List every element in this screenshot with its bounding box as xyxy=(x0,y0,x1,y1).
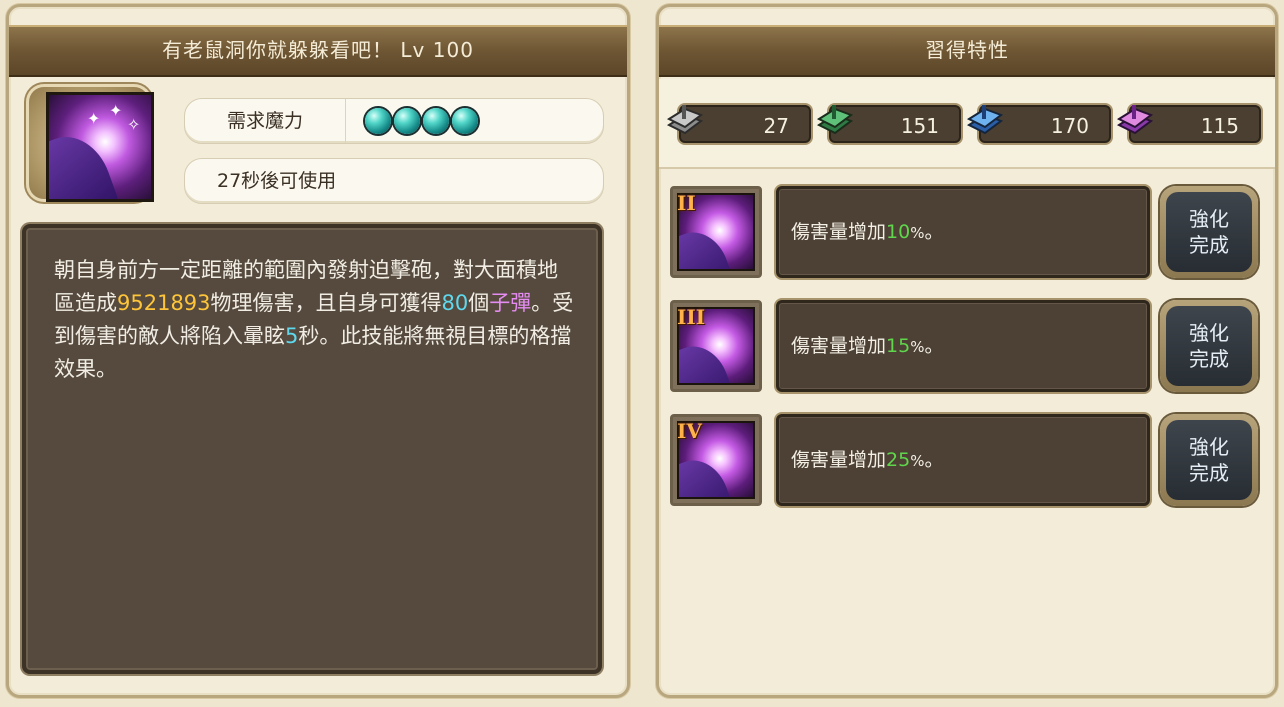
skill-title: 有老鼠洞你就躲躲看吧！ Lv 100 xyxy=(9,25,627,77)
cooldown-row: 27秒後可使用 xyxy=(184,158,604,204)
percent-sign: % xyxy=(910,224,925,242)
tier-label: II xyxy=(677,191,696,215)
cooldown-text: 27秒後可使用 xyxy=(217,170,337,192)
trait-end: 。 xyxy=(924,335,944,357)
percent-sign: % xyxy=(910,452,925,470)
percent-sign: % xyxy=(910,338,925,356)
button-line: 完成 xyxy=(1189,461,1229,485)
resource-purple: 115 xyxy=(1116,105,1261,143)
trait-row: IV 傷害量增加25%。 強化 完成 xyxy=(670,414,1266,514)
trait-row: II 傷害量增加10%。 強化 完成 xyxy=(670,186,1266,286)
tier-label: IV xyxy=(677,419,702,443)
trait-description: 傷害量增加10%。 xyxy=(776,186,1150,278)
traits-title: 習得特性 xyxy=(659,25,1275,77)
bullet-count: 80 xyxy=(441,291,469,315)
resource-count: 170 xyxy=(1050,114,1089,138)
mana-label: 需求魔力 xyxy=(185,99,346,143)
trait-end: 。 xyxy=(924,221,944,243)
button-line: 強化 xyxy=(1189,435,1229,459)
resource-count: 115 xyxy=(1200,114,1239,138)
desc-text: 個 xyxy=(468,291,490,315)
trait-skill-icon: IV xyxy=(670,414,762,506)
trait-text: 傷害量增加 xyxy=(791,449,887,471)
trait-text: 傷害量增加 xyxy=(791,335,887,357)
trait-skill-icon: III xyxy=(670,300,762,392)
resource-count: 151 xyxy=(900,114,939,138)
mortar-skill-icon: ✦ ✧ ✦ xyxy=(46,92,154,202)
resource-count: 27 xyxy=(763,114,789,138)
purple-book-icon xyxy=(1116,105,1154,135)
damage-value: 9521893 xyxy=(117,291,211,315)
enhance-complete-button[interactable]: 強化 完成 xyxy=(1160,300,1258,392)
trait-skill-icon: II xyxy=(670,186,762,278)
stun-seconds: 5 xyxy=(285,324,299,348)
mana-requirement-row: 需求魔力 xyxy=(184,98,604,144)
resource-gray: 27 xyxy=(666,105,811,143)
skill-description: 朝自身前方一定距離的範圍內發射迫擊砲，對大面積地區造成9521893物理傷害，且… xyxy=(22,224,602,674)
bullet-name: 子彈 xyxy=(489,291,532,315)
resource-bar: 27 151 170 115 xyxy=(659,79,1275,169)
trait-text: 傷害量增加 xyxy=(791,221,887,243)
button-line: 完成 xyxy=(1189,347,1229,371)
mana-orb-icon xyxy=(423,108,450,134)
trait-description: 傷害量增加25%。 xyxy=(776,414,1150,506)
button-line: 完成 xyxy=(1189,233,1229,257)
mana-orb-icon xyxy=(394,108,421,134)
resource-green: 151 xyxy=(816,105,961,143)
trait-percent: 25 xyxy=(886,449,911,471)
mana-orb-icon xyxy=(365,108,391,134)
trait-percent: 15 xyxy=(886,335,911,357)
tier-label: III xyxy=(677,305,706,329)
resource-blue: 170 xyxy=(966,105,1111,143)
trait-end: 。 xyxy=(924,449,944,471)
mana-orb-icon xyxy=(452,108,479,134)
green-book-icon xyxy=(816,105,854,135)
trait-row: III 傷害量增加15%。 強化 完成 xyxy=(670,300,1266,400)
desc-text: 物理傷害，且自身可獲得 xyxy=(210,291,442,315)
trait-percent: 10 xyxy=(886,221,911,243)
button-line: 強化 xyxy=(1189,207,1229,231)
button-line: 強化 xyxy=(1189,321,1229,345)
trait-description: 傷害量增加15%。 xyxy=(776,300,1150,392)
gray-book-icon xyxy=(666,105,704,135)
enhance-complete-button[interactable]: 強化 完成 xyxy=(1160,186,1258,278)
enhance-complete-button[interactable]: 強化 完成 xyxy=(1160,414,1258,506)
mana-orbs xyxy=(365,108,479,134)
blue-book-icon xyxy=(966,105,1004,135)
